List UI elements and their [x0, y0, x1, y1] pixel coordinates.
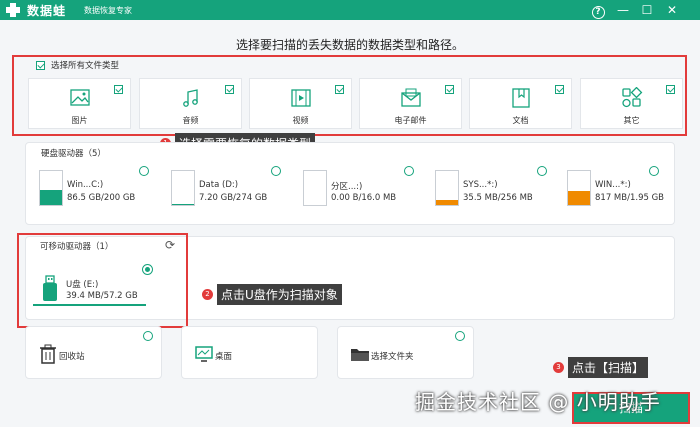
- location-recycle-bin[interactable]: 回收站: [25, 326, 162, 379]
- location-radio[interactable]: [455, 331, 465, 341]
- file-type-image[interactable]: 图片: [28, 78, 131, 129]
- file-type-video[interactable]: 视频: [249, 78, 352, 129]
- drive-icon: [171, 170, 195, 206]
- drive-size: 7.20 GB/274 GB: [199, 193, 268, 203]
- annotation-2: 2 点击U盘作为扫描对象: [202, 284, 342, 305]
- location-label: 选择文件夹: [371, 352, 414, 362]
- drive-name: 分区...:): [331, 182, 363, 192]
- drive-c[interactable]: Win...C:) 86.5 GB/200 GB: [39, 166, 149, 210]
- annotation-text: 点击U盘作为扫描对象: [217, 284, 342, 305]
- title-bar: 数据蛙 数据恢复专家 ? — ☐ ✕: [0, 0, 700, 20]
- file-type-label: 文档: [512, 116, 529, 125]
- drive-name: Win...C:): [67, 180, 104, 190]
- help-button[interactable]: ?: [589, 1, 607, 19]
- select-all-checkbox[interactable]: 选择所有文件类型: [36, 59, 119, 71]
- drive-icon: [435, 170, 459, 206]
- file-type-label: 图片: [71, 116, 88, 125]
- checkbox-icon: [335, 85, 344, 94]
- location-label: 回收站: [59, 352, 85, 362]
- drive-size: 35.5 MB/256 MB: [463, 193, 533, 203]
- usb-drive-name: U盘 (E:): [66, 280, 99, 290]
- file-type-label: 其它: [623, 116, 640, 125]
- file-type-label: 视频: [292, 116, 309, 125]
- drive-radio[interactable]: [271, 166, 281, 176]
- refresh-icon[interactable]: ⟳: [165, 238, 175, 252]
- annotation-number: 2: [202, 289, 213, 300]
- drive-radio[interactable]: [649, 166, 659, 176]
- location-label: 桌面: [215, 352, 233, 362]
- envelope-icon: [401, 88, 421, 107]
- usb-drive-size: 39.4 MB/57.2 GB: [66, 291, 138, 301]
- drive-radio[interactable]: [404, 166, 414, 176]
- drive-icon: [303, 170, 327, 206]
- page-heading: 选择要扫描的丢失数据的数据类型和路径。: [235, 38, 464, 52]
- trash-icon: [40, 344, 56, 364]
- checkbox-icon: [114, 85, 123, 94]
- usb-radio-selected[interactable]: [142, 264, 153, 275]
- checkbox-icon: [666, 85, 675, 94]
- folder-icon: [351, 349, 369, 361]
- drive-name: Data (D:): [199, 180, 239, 190]
- drive-size: 0.00 B/16.0 MB: [331, 193, 397, 203]
- drive-radio[interactable]: [139, 166, 149, 176]
- app-logo-icon: [6, 3, 20, 17]
- music-note-icon: [183, 89, 198, 107]
- checkbox-icon: [445, 85, 454, 94]
- app-name: 数据蛙: [27, 4, 67, 18]
- drive-icon: [39, 170, 63, 206]
- checkbox-icon: [36, 60, 45, 70]
- location-radio[interactable]: [143, 331, 153, 341]
- drive-name: WIN...*:): [595, 180, 631, 190]
- drive-usage-bar: [568, 190, 590, 205]
- checkbox-icon: [225, 85, 234, 94]
- drive-usage-bar: [172, 203, 194, 205]
- location-select-folder[interactable]: 选择文件夹: [337, 326, 474, 379]
- file-type-label: 音频: [182, 116, 199, 125]
- maximize-button[interactable]: ☐: [638, 1, 656, 19]
- drive-win[interactable]: WIN...*:) 817 MB/1.95 GB: [567, 166, 667, 210]
- hard-drives-title: 硬盘驱动器（5）: [41, 149, 106, 159]
- usb-usage-bar: [33, 304, 146, 306]
- drive-size: 817 MB/1.95 GB: [595, 193, 665, 203]
- drive-usage-bar: [436, 200, 458, 205]
- file-type-label: 电子邮件: [394, 116, 427, 125]
- annotation-number: 3: [553, 362, 564, 373]
- image-icon: [70, 89, 90, 106]
- watermark: 掘金技术社区 @ 小明助手: [415, 390, 661, 414]
- annotation-3: 3 点击【扫描】: [553, 357, 649, 378]
- usb-drive-icon: [43, 275, 57, 301]
- close-button[interactable]: ✕: [663, 1, 681, 19]
- drive-partition[interactable]: 分区...:) 0.00 B/16.0 MB: [303, 166, 414, 210]
- drive-d[interactable]: Data (D:) 7.20 GB/274 GB: [171, 166, 281, 210]
- drive-sys[interactable]: SYS...*:) 35.5 MB/256 MB: [435, 166, 547, 210]
- monitor-icon: [195, 346, 213, 362]
- file-type-document[interactable]: 文档: [469, 78, 572, 129]
- file-type-audio[interactable]: 音频: [139, 78, 242, 129]
- drive-name: SYS...*:): [463, 180, 498, 190]
- document-icon: [512, 88, 530, 108]
- removable-drives-title: 可移动驱动器（1）: [40, 242, 114, 252]
- shapes-icon: [622, 87, 643, 108]
- help-icon: ?: [591, 6, 605, 19]
- drive-usage-bar: [40, 190, 62, 205]
- app-subtitle: 数据恢复专家: [84, 6, 132, 15]
- annotation-text: 点击【扫描】: [568, 357, 649, 378]
- film-icon: [291, 89, 311, 107]
- file-type-other[interactable]: 其它: [580, 78, 683, 129]
- checkbox-icon: [555, 85, 564, 94]
- location-desktop[interactable]: 桌面: [181, 326, 318, 379]
- select-all-label: 选择所有文件类型: [51, 61, 120, 71]
- drive-icon: [567, 170, 591, 206]
- file-type-email[interactable]: 电子邮件: [359, 78, 462, 129]
- drive-size: 86.5 GB/200 GB: [67, 193, 136, 203]
- minimize-button[interactable]: —: [614, 1, 632, 19]
- drive-radio[interactable]: [537, 166, 547, 176]
